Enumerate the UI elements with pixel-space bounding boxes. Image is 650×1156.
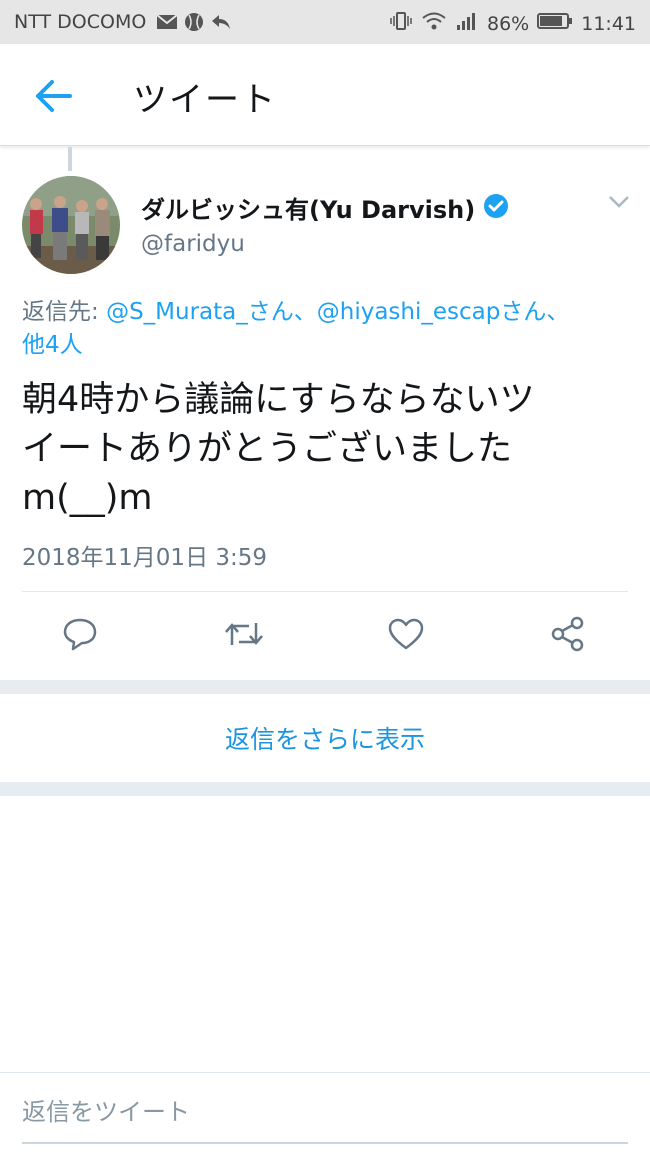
tweet-text-line: 朝4時から議論にすらならないツ xyxy=(22,380,535,420)
clock: 11:41 xyxy=(581,12,636,35)
tweet-text-line: m(__)m xyxy=(22,478,153,518)
show-more-replies-button[interactable]: 返信をさらに表示 xyxy=(0,694,650,782)
tweet-text-line: イートありがとうございました xyxy=(22,429,513,469)
mention-others-link[interactable]: 他4人 xyxy=(22,332,83,358)
back-arrow-icon xyxy=(36,80,72,112)
divider xyxy=(0,1072,650,1073)
vibrate-icon xyxy=(389,11,413,36)
display-name: ダルビッシュ有(Yu Darvish) xyxy=(141,196,476,224)
mention-link[interactable]: @hiyashi_escapさん、 xyxy=(317,299,570,325)
chevron-down-icon xyxy=(609,196,629,208)
share-icon xyxy=(551,616,584,652)
wifi-icon xyxy=(421,11,447,36)
section-separator xyxy=(0,782,650,796)
share-button[interactable] xyxy=(546,612,590,656)
section-separator xyxy=(0,680,650,694)
author-handle[interactable]: @faridyu xyxy=(141,231,245,257)
verified-badge-icon xyxy=(483,193,509,223)
reply-compose-field[interactable]: 返信をツイート xyxy=(22,1092,628,1144)
divider xyxy=(22,591,628,592)
thread-connector xyxy=(68,147,72,171)
reply-arrow-icon xyxy=(210,13,232,36)
reply-icon xyxy=(63,618,97,651)
reply-to-label: 返信先: xyxy=(22,299,107,325)
like-icon xyxy=(388,618,424,650)
reply-button[interactable] xyxy=(58,612,102,656)
app-bar: ツイート xyxy=(0,44,650,146)
baseball-icon xyxy=(184,12,204,37)
avatar[interactable] xyxy=(22,176,120,274)
avatar-photo xyxy=(22,176,120,274)
mail-icon xyxy=(156,13,178,36)
tweet-timestamp: 2018年11月01日 3:59 xyxy=(22,545,268,571)
retweet-button[interactable] xyxy=(222,612,266,656)
battery-icon xyxy=(537,12,573,35)
status-bar: NTT DOCOMO 86% 11:41 xyxy=(0,0,650,44)
like-button[interactable] xyxy=(384,612,428,656)
back-button[interactable] xyxy=(32,76,76,116)
tweet-text: 朝4時から議論にすらならないツ イートありがとうございました m(__)m xyxy=(22,376,634,523)
page-title: ツイート xyxy=(133,80,277,120)
retweet-icon xyxy=(225,623,263,645)
tweet-menu-button[interactable] xyxy=(606,193,632,211)
author-name-row[interactable]: ダルビッシュ有(Yu Darvish) xyxy=(141,190,509,225)
battery-percent: 86% xyxy=(487,12,530,35)
mention-link[interactable]: @S_Murata_さん、 xyxy=(106,299,317,325)
tweet-actions xyxy=(0,612,650,662)
carrier-label: NTT DOCOMO xyxy=(14,11,147,33)
reply-to-line: 返信先: @S_Murata_さん、@hiyashi_escapさん、他4人 xyxy=(22,296,632,362)
signal-icon xyxy=(455,11,479,36)
